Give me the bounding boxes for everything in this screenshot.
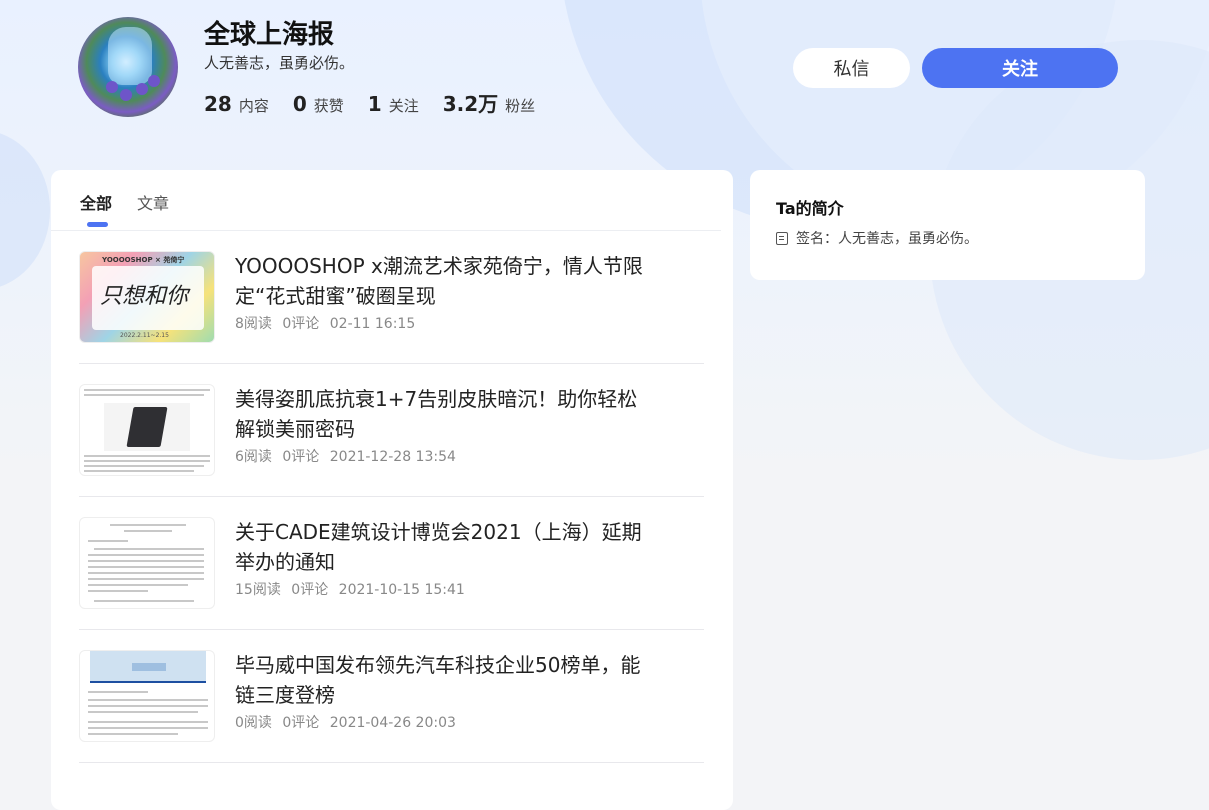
thumbnail-text-line xyxy=(88,572,204,574)
article-thumbnail[interactable] xyxy=(79,384,215,476)
avatar-jar-shape xyxy=(108,27,152,85)
divider xyxy=(79,762,704,763)
article-meta: 6阅读 0评论 2021-12-28 13:54 xyxy=(235,446,462,466)
stat-value: 0 xyxy=(292,92,307,116)
tab-all[interactable]: 全部 xyxy=(80,190,113,227)
article-item[interactable]: YOOOOSHOP × 苑倚宁 只想和你 2022.2.11~2.15 YOOO… xyxy=(79,231,704,364)
avatar-flower xyxy=(120,89,132,101)
article-comments: 0评论 xyxy=(282,449,320,465)
content-card: 全部 文章 YOOOOSHOP × 苑倚宁 只想和你 2022.2.11~2.1… xyxy=(51,170,733,810)
tab-articles[interactable]: 文章 xyxy=(137,190,169,214)
decor-bubble xyxy=(0,130,50,290)
stat-likes: 0 获赞 xyxy=(293,92,344,116)
follow-button[interactable]: 关注 xyxy=(922,48,1118,88)
stat-content: 28 内容 xyxy=(204,92,269,116)
stat-label: 粉丝 xyxy=(505,97,536,115)
thumbnail-text-line xyxy=(88,727,208,729)
article-title[interactable]: 毕马威中国发布领先汽车科技企业50榜单，能链三度登榜 xyxy=(235,650,655,710)
article-comments: 0评论 xyxy=(282,715,320,731)
article-date: 2021-10-15 15:41 xyxy=(338,582,465,598)
article-item[interactable]: 毕马威中国发布领先汽车科技企业50榜单，能链三度登榜 0阅读 0评论 2021-… xyxy=(79,630,704,763)
content-tabs: 全部 文章 xyxy=(80,190,194,227)
avatar-flower xyxy=(106,81,118,93)
thumbnail-text-line xyxy=(88,590,148,592)
article-title[interactable]: 关于CADE建筑设计博览会2021（上海）延期举办的通知 xyxy=(235,517,655,577)
thumbnail-text-line xyxy=(94,600,194,602)
profile-bio: 人无善志，虽勇必伤。 xyxy=(204,54,355,72)
thumbnail-text-line xyxy=(84,455,210,457)
article-reads: 6阅读 xyxy=(235,449,272,465)
thumbnail-header-band xyxy=(90,651,206,683)
stat-value: 3.2万 xyxy=(442,92,499,116)
article-reads: 15阅读 xyxy=(235,582,281,598)
thumbnail-text-line xyxy=(88,721,208,723)
thumbnail-text-line xyxy=(88,540,128,542)
tab-active-indicator xyxy=(87,222,108,227)
thumbnail-text-line xyxy=(88,711,198,713)
article-comments: 0评论 xyxy=(291,582,329,598)
article-thumbnail[interactable] xyxy=(79,517,215,609)
thumbnail-product xyxy=(126,407,168,447)
thumbnail-product-box xyxy=(104,403,190,451)
thumbnail-text-line xyxy=(84,394,204,396)
stat-value: 1 xyxy=(367,92,382,116)
thumbnail-text-line xyxy=(88,691,148,693)
thumbnail-text-line xyxy=(94,548,204,550)
article-meta: 15阅读 0评论 2021-10-15 15:41 xyxy=(235,579,471,599)
profile-name: 全球上海报 xyxy=(204,20,335,50)
thumbnail-text-line xyxy=(110,524,186,526)
stat-following: 1 关注 xyxy=(368,92,419,116)
stat-label: 关注 xyxy=(388,97,419,115)
tab-label: 全部 xyxy=(80,194,113,213)
thumbnail-text-line xyxy=(88,566,204,568)
stat-label: 内容 xyxy=(238,97,269,115)
article-thumbnail[interactable]: YOOOOSHOP × 苑倚宁 只想和你 2022.2.11~2.15 xyxy=(79,251,215,343)
intro-title: Ta的简介 xyxy=(776,199,844,218)
stat-followers: 3.2万 粉丝 xyxy=(443,88,535,117)
article-meta: 0阅读 0评论 2021-04-26 20:03 xyxy=(235,712,462,732)
stat-label: 获赞 xyxy=(313,97,344,115)
article-comments: 0评论 xyxy=(282,316,320,332)
message-button[interactable]: 私信 xyxy=(793,48,910,88)
intro-card: Ta的简介 签名：人无善志，虽勇必伤。 xyxy=(750,170,1145,280)
tab-label: 文章 xyxy=(137,194,170,213)
thumbnail-text-line xyxy=(88,554,204,556)
thumbnail-text-line xyxy=(84,389,210,391)
signature-text: 签名：人无善志，虽勇必伤。 xyxy=(796,231,978,247)
article-thumbnail[interactable] xyxy=(79,650,215,742)
article-item[interactable]: 关于CADE建筑设计博览会2021（上海）延期举办的通知 15阅读 0评论 20… xyxy=(79,497,704,630)
thumbnail-handwriting: 只想和你 xyxy=(100,284,189,309)
article-meta: 8阅读 0评论 02-11 16:15 xyxy=(235,313,421,333)
profile-stats: 28 内容 0 获赞 1 关注 3.2万 粉丝 xyxy=(204,88,559,117)
article-item[interactable]: 美得姿肌底抗衰1+7告别皮肤暗沉！助你轻松解锁美丽密码 6阅读 0评论 2021… xyxy=(79,364,704,497)
article-date: 2021-12-28 13:54 xyxy=(329,449,456,465)
stat-value: 28 xyxy=(204,92,232,116)
article-title[interactable]: YOOOOSHOP x潮流艺术家苑倚宁，情人节限定“花式甜蜜”破圈呈现 xyxy=(235,251,655,311)
thumbnail-text-line xyxy=(88,699,208,701)
thumbnail-text-line xyxy=(84,465,204,467)
thumbnail-text-line xyxy=(88,578,204,580)
avatar-flower xyxy=(136,83,148,95)
article-title[interactable]: 美得姿肌底抗衰1+7告别皮肤暗沉！助你轻松解锁美丽密码 xyxy=(235,384,655,444)
thumbnail-header-text xyxy=(132,663,166,671)
article-reads: 0阅读 xyxy=(235,715,272,731)
thumbnail-text-line xyxy=(88,705,208,707)
avatar-flower xyxy=(148,75,160,87)
thumbnail-text-line xyxy=(84,470,194,472)
article-date: 02-11 16:15 xyxy=(329,316,416,332)
article-date: 2021-04-26 20:03 xyxy=(329,715,456,731)
thumbnail-text-line xyxy=(88,584,188,586)
thumbnail-logo-text: YOOOOSHOP × 苑倚宁 xyxy=(102,256,185,264)
intro-signature: 签名：人无善志，虽勇必伤。 xyxy=(776,228,978,248)
avatar[interactable] xyxy=(78,17,178,117)
thumbnail-text-line xyxy=(88,560,204,562)
signature-icon xyxy=(776,231,788,245)
thumbnail-text-line xyxy=(84,460,210,462)
thumbnail-text-line xyxy=(88,733,178,735)
article-reads: 8阅读 xyxy=(235,316,272,332)
thumbnail-text-line xyxy=(124,530,172,532)
thumbnail-date: 2022.2.11~2.15 xyxy=(120,332,169,339)
